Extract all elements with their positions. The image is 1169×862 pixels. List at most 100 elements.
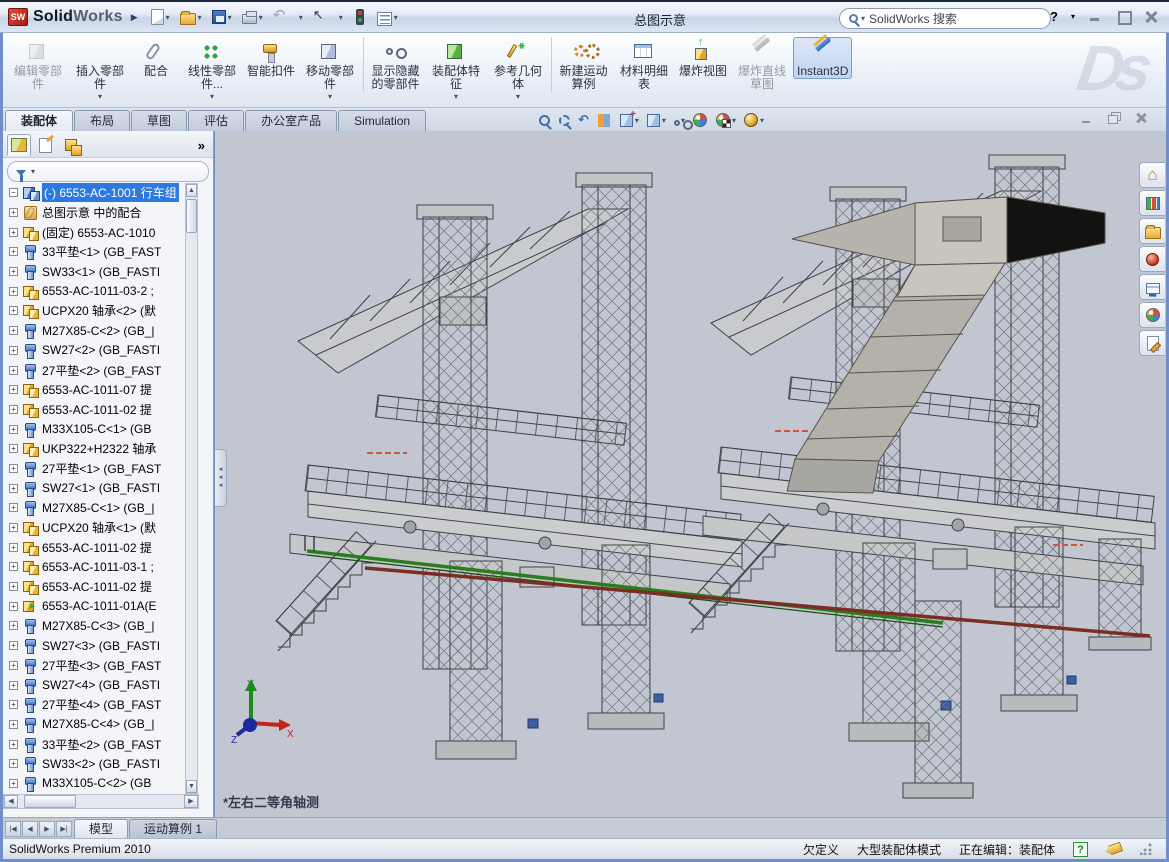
expand-toggle[interactable]: +: [9, 562, 18, 571]
tree-item[interactable]: + 27平垫<3> (GB_FAST: [3, 656, 199, 676]
hud-button[interactable]: ▾: [646, 113, 666, 128]
tree-item[interactable]: + SW27<4> (GB_FASTI: [3, 675, 199, 695]
tree-item[interactable]: + 27平垫<1> (GB_FAST: [3, 459, 199, 479]
model-tab[interactable]: 模型: [74, 819, 128, 838]
tree-item[interactable]: + (固定) 6553-AC-1010: [3, 222, 199, 242]
ribbon-button[interactable]: 装配体特征 ▾: [425, 37, 487, 101]
expand-toggle[interactable]: +: [9, 425, 18, 434]
tree-item[interactable]: + UCPX20 轴承<2> (默: [3, 301, 199, 321]
toolbar-button[interactable]: ▾: [209, 5, 235, 29]
command-tab[interactable]: 装配体: [5, 110, 73, 131]
ribbon-button[interactable]: 参考几何体 ▾: [487, 37, 549, 101]
hud-button[interactable]: ▾: [619, 113, 639, 128]
expand-toggle[interactable]: +: [9, 621, 18, 630]
doc-restore-button[interactable]: [1108, 112, 1121, 124]
task-pane-button[interactable]: [1139, 330, 1165, 356]
ribbon-button[interactable]: 爆炸视图: [675, 37, 731, 79]
dropdown-arrow-icon[interactable]: ▾: [210, 92, 214, 100]
ribbon-button[interactable]: 材料明细表: [613, 37, 675, 92]
command-tab[interactable]: 评估: [188, 110, 244, 131]
expand-toggle[interactable]: +: [9, 228, 18, 237]
expand-toggle[interactable]: +: [9, 346, 18, 355]
dropdown-arrow-icon[interactable]: ▾: [394, 13, 398, 22]
doc-close-button[interactable]: [1135, 112, 1148, 124]
toolbar-button[interactable]: ▾: [177, 5, 205, 29]
hud-button[interactable]: ↶: [578, 112, 589, 128]
property-manager-tab[interactable]: [33, 134, 57, 156]
hud-button[interactable]: [558, 114, 571, 127]
expand-toggle[interactable]: +: [9, 700, 18, 709]
menu-expand-arrow-icon[interactable]: ▶: [131, 12, 138, 23]
ribbon-button[interactable]: 智能扣件: [243, 37, 299, 79]
search-box[interactable]: ▾ SolidWorks 搜索: [839, 8, 1051, 29]
graphics-viewport[interactable]: ◂◂◂ ⌂: [215, 131, 1166, 817]
ribbon-button[interactable]: 新建运动算例: [551, 37, 613, 92]
expand-toggle[interactable]: +: [9, 779, 18, 788]
ribbon-button[interactable]: 线性零部件... ▾: [181, 37, 243, 101]
tree-item[interactable]: + UCPX20 轴承<1> (默: [3, 518, 199, 538]
tree-item[interactable]: + 6553-AC-1011-01A(E: [3, 596, 199, 616]
close-button[interactable]: [1144, 10, 1159, 23]
tree-item[interactable]: + M33X105-C<2> (GB: [3, 774, 199, 794]
tree-horizontal-scrollbar[interactable]: ◀ ▶: [3, 794, 199, 809]
tree-item[interactable]: + 6553-AC-1011-03-2 ;: [3, 281, 199, 301]
expand-toggle[interactable]: +: [9, 444, 18, 453]
search-dropdown-icon[interactable]: ▾: [861, 14, 865, 23]
expand-toggle[interactable]: +: [9, 543, 18, 552]
model-tab[interactable]: 运动算例 1: [129, 819, 217, 838]
expand-toggle[interactable]: +: [9, 247, 18, 256]
dropdown-arrow-icon[interactable]: ▾: [732, 116, 736, 125]
filter-dropdown-icon[interactable]: ▾: [31, 167, 35, 176]
dropdown-arrow-icon[interactable]: ▾: [339, 13, 343, 22]
tree-item[interactable]: + SW33<1> (GB_FASTI: [3, 262, 199, 282]
scroll-thumb[interactable]: [186, 199, 197, 233]
tree-item[interactable]: + UKP322+H2322 轴承: [3, 439, 199, 459]
tab-nav-button[interactable]: ▶: [39, 821, 55, 837]
dropdown-arrow-icon[interactable]: ▾: [198, 13, 202, 22]
tree-item[interactable]: + M27X85-C<3> (GB_|: [3, 616, 199, 636]
dropdown-arrow-icon[interactable]: ▾: [228, 13, 232, 22]
task-pane-button[interactable]: [1139, 246, 1165, 272]
scroll-up-arrow[interactable]: ▲: [186, 184, 197, 197]
toolbar-button[interactable]: ↖ ▾: [310, 5, 346, 29]
tree-item[interactable]: − (-) 6553-AC-1001 行车组: [3, 183, 199, 203]
expand-toggle[interactable]: +: [9, 208, 18, 217]
toolbar-button[interactable]: ▾: [239, 5, 266, 29]
scroll-down-arrow[interactable]: ▼: [186, 780, 197, 793]
ribbon-button[interactable]: Instant3D: [793, 37, 852, 79]
expand-toggle[interactable]: +: [9, 582, 18, 591]
dropdown-arrow-icon[interactable]: ▾: [516, 92, 520, 100]
expand-toggle[interactable]: +: [9, 523, 18, 532]
dropdown-arrow-icon[interactable]: ▾: [760, 116, 764, 125]
tree-vertical-scrollbar[interactable]: ▲ ▼: [185, 183, 198, 794]
hud-button[interactable]: ▾: [743, 112, 764, 128]
ribbon-button[interactable]: 插入零部件 ▾: [69, 37, 131, 101]
dropdown-arrow-icon[interactable]: ▾: [299, 13, 303, 22]
task-pane-button[interactable]: [1139, 302, 1165, 328]
expand-toggle[interactable]: +: [9, 306, 18, 315]
dropdown-arrow-icon[interactable]: ▾: [454, 92, 458, 100]
tree-item[interactable]: + 6553-AC-1011-07 提: [3, 380, 199, 400]
quick-tips-help-icon[interactable]: ?: [1073, 842, 1088, 857]
minimize-button[interactable]: [1088, 10, 1103, 23]
command-tab[interactable]: 草图: [131, 110, 187, 131]
maximize-button[interactable]: [1116, 10, 1131, 23]
command-tab[interactable]: 布局: [74, 110, 130, 131]
tree-item[interactable]: + M33X105-C<1> (GB: [3, 419, 199, 439]
expand-toggle[interactable]: +: [9, 681, 18, 690]
tree-item[interactable]: + 6553-AC-1011-03-1 ;: [3, 557, 199, 577]
tree-item[interactable]: + M27X85-C<1> (GB_|: [3, 498, 199, 518]
toolbar-button[interactable]: ▾: [148, 5, 173, 29]
tree-item[interactable]: + 6553-AC-1011-02 提: [3, 400, 199, 420]
ribbon-button[interactable]: 显示隐藏的零部件: [363, 37, 425, 92]
ribbon-button[interactable]: 配合: [131, 37, 181, 79]
tab-nav-button[interactable]: |◀: [5, 821, 21, 837]
tab-nav-button[interactable]: ▶|: [56, 821, 72, 837]
expand-toggle[interactable]: +: [9, 602, 18, 611]
expand-toggle[interactable]: +: [9, 740, 18, 749]
ribbon-button[interactable]: 编辑零部件: [7, 37, 69, 92]
expand-toggle[interactable]: +: [9, 464, 18, 473]
expand-toggle[interactable]: +: [9, 267, 18, 276]
toolbar-button[interactable]: ▾: [374, 5, 401, 29]
toolbar-button[interactable]: [350, 5, 370, 29]
